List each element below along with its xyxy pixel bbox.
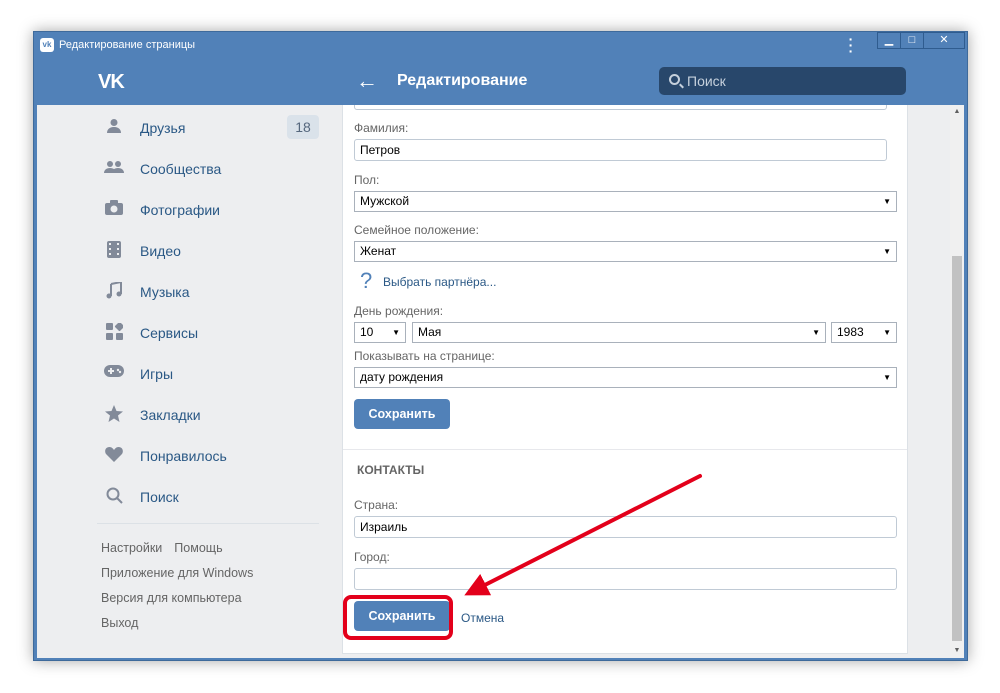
annotation-arrow [464,474,702,596]
